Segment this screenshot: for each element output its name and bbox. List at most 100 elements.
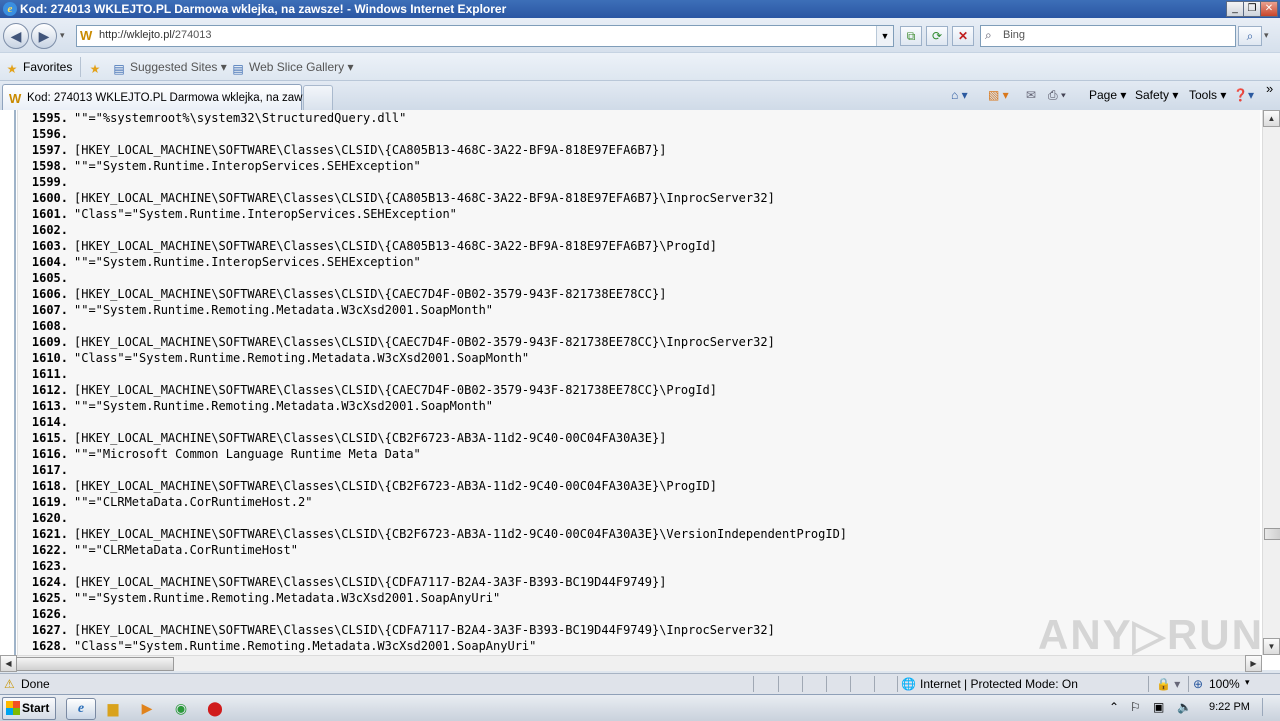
tools-menu[interactable]: Tools ▾ [1189, 88, 1226, 102]
search-box[interactable]: ⌕ Bing [980, 25, 1236, 47]
search-input[interactable]: Bing [1003, 29, 1025, 41]
scroll-down-icon[interactable]: ▼ [1263, 638, 1280, 655]
help-icon[interactable]: ❓▾ [1233, 88, 1254, 102]
line-text: ""="System.Runtime.InteropServices.SEHEx… [74, 255, 421, 269]
code-line: 1602. [18, 222, 1260, 238]
horizontal-scroll-thumb[interactable] [16, 657, 174, 671]
volume-icon[interactable]: 🔈 [1177, 700, 1192, 714]
taskbar-ie-icon[interactable]: e [66, 698, 96, 720]
code-line: 1597. [HKEY_LOCAL_MACHINE\SOFTWARE\Classe… [18, 142, 1260, 158]
code-line: 1623. [18, 558, 1260, 574]
search-options-icon[interactable]: ▾ [1264, 30, 1269, 41]
refresh-icon[interactable]: ⟳ [926, 26, 948, 46]
line-number: 1611. [31, 367, 68, 381]
back-arrow-icon[interactable]: ◀ [3, 23, 29, 49]
code-line: 1611. [18, 366, 1260, 382]
code-line: 1606. [HKEY_LOCAL_MACHINE\SOFTWARE\Classe… [18, 286, 1260, 302]
more-commands-icon[interactable]: » [1266, 81, 1273, 96]
protected-mode-lock-icon[interactable]: 🔒 ▾ [1156, 677, 1180, 691]
zoom-level[interactable]: 100% [1209, 677, 1240, 691]
page-menu[interactable]: Page ▾ [1089, 88, 1126, 102]
show-desktop-button[interactable] [1262, 698, 1278, 716]
stop-icon[interactable]: ✕ [952, 26, 974, 46]
url-text[interactable]: http://wklejto.pl/274013 [99, 29, 212, 41]
line-text [68, 175, 74, 189]
line-number: 1618. [31, 479, 68, 493]
line-number: 1606. [31, 287, 68, 301]
code-line: 1600. [HKEY_LOCAL_MACHINE\SOFTWARE\Classe… [18, 190, 1260, 206]
home-icon[interactable]: ⌂ ▾ [951, 88, 968, 102]
separator [850, 676, 851, 692]
code-line: 1622. ""="CLRMetaData.CorRuntimeHost" [18, 542, 1260, 558]
code-line: 1610. "Class"="System.Runtime.Remoting.Me… [18, 350, 1260, 366]
feeds-icon[interactable]: ▧ ▾ [988, 88, 1009, 102]
compatibility-view-icon[interactable]: ⧉ [900, 26, 922, 46]
scroll-up-icon[interactable]: ▲ [1263, 110, 1280, 127]
line-text: ""="System.Runtime.InteropServices.SEHEx… [74, 159, 421, 173]
tab-active[interactable]: W Kod: 274013 WKLEJTO.PL Darmowa wklejka… [2, 84, 318, 111]
separator [874, 676, 875, 692]
history-dropdown-icon[interactable]: ▾ [60, 30, 65, 41]
line-number: 1619. [31, 495, 68, 509]
address-bar[interactable]: W http://wklejto.pl/274013 ▼ [76, 25, 894, 47]
line-number: 1599. [31, 175, 68, 189]
start-button[interactable]: Start [2, 697, 56, 720]
line-text: [HKEY_LOCAL_MACHINE\SOFTWARE\Classes\CLS… [74, 383, 717, 397]
web-slice-gallery-button[interactable]: ▤ Web Slice Gallery ▾ [231, 60, 353, 76]
taskbar-chrome-icon[interactable]: ◉ [171, 698, 191, 718]
line-text: ""="%systemroot%\system32\StructuredQuer… [74, 111, 407, 125]
show-hidden-icons[interactable]: ⌃ [1109, 700, 1119, 714]
close-button[interactable]: ✕ [1260, 1, 1278, 17]
line-number: 1620. [31, 511, 68, 525]
minimize-button[interactable]: _ [1226, 1, 1244, 17]
title-bar: e Kod: 274013 WKLEJTO.PL Darmowa wklejka… [0, 0, 1280, 18]
line-number: 1616. [31, 447, 68, 461]
code-line: 1616. ""="Microsoft Common Language Runti… [18, 446, 1260, 462]
taskbar: Start e ▆ ▶ ◉ ⬤ ⌃ ⚐ ▣ 🔈 9:22 PM [0, 694, 1280, 721]
taskbar-media-player-icon[interactable]: ▶ [137, 698, 157, 718]
line-text: [HKEY_LOCAL_MACHINE\SOFTWARE\Classes\CLS… [74, 239, 717, 253]
maximize-button[interactable]: ❐ [1243, 1, 1261, 17]
windows-logo-icon [6, 701, 20, 715]
read-mail-icon[interactable]: ✉ [1026, 88, 1036, 102]
taskbar-clock[interactable]: 9:22 PM [1209, 701, 1250, 713]
address-toolbar: ◀ ▶ ▾ W http://wklejto.pl/274013 ▼ ⧉ ⟳ ✕… [0, 18, 1280, 52]
code-line: 1609. [HKEY_LOCAL_MACHINE\SOFTWARE\Classe… [18, 334, 1260, 350]
security-zone-text[interactable]: Internet | Protected Mode: On [920, 677, 1078, 691]
code-line: 1618. [HKEY_LOCAL_MACHINE\SOFTWARE\Classe… [18, 478, 1260, 494]
address-dropdown-icon[interactable]: ▼ [876, 26, 893, 46]
line-number: 1621. [31, 527, 68, 541]
zoom-dropdown-icon[interactable]: ▾ [1245, 677, 1250, 688]
line-text [68, 511, 74, 525]
vertical-scrollbar[interactable]: ▲ ▼ [1262, 110, 1280, 655]
taskbar-stop-app-icon[interactable]: ⬤ [205, 698, 225, 718]
vertical-scroll-thumb[interactable] [1264, 528, 1280, 540]
line-number: 1596. [31, 127, 68, 141]
line-number: 1598. [31, 159, 68, 173]
line-number: 1617. [31, 463, 68, 477]
scroll-left-icon[interactable]: ◀ [0, 655, 17, 672]
line-number: 1622. [31, 543, 68, 557]
network-icon[interactable]: ▣ [1153, 700, 1164, 714]
code-line: 1619. ""="CLRMetaData.CorRuntimeHost.2" [18, 494, 1260, 510]
line-number: 1626. [31, 607, 68, 621]
safety-menu[interactable]: Safety ▾ [1135, 88, 1178, 102]
action-center-flag-icon[interactable]: ⚐ [1130, 700, 1141, 714]
favorites-button[interactable]: ★ Favorites [5, 60, 73, 76]
tab-bar: W Kod: 274013 WKLEJTO.PL Darmowa wklejka… [0, 80, 1280, 112]
taskbar-explorer-icon[interactable]: ▆ [103, 698, 123, 718]
line-text [68, 271, 74, 285]
forward-arrow-icon[interactable]: ▶ [31, 23, 57, 49]
search-icon[interactable]: ⌕ [1238, 26, 1262, 46]
code-line: 1608. [18, 318, 1260, 334]
line-number: 1614. [31, 415, 68, 429]
print-icon[interactable]: ⎙ ▾ [1048, 88, 1066, 103]
status-bar: ⚠ Done 🌐 Internet | Protected Mode: On 🔒… [0, 673, 1280, 694]
line-text: "Class"="System.Runtime.InteropServices.… [74, 207, 457, 221]
warning-icon: ⚠ [4, 677, 15, 691]
anyrun-watermark: ANY▷RUN [1038, 611, 1264, 658]
suggested-sites-button[interactable]: ▤ Suggested Sites ▾ [112, 60, 226, 76]
separator [778, 676, 779, 692]
new-tab-button[interactable] [303, 85, 333, 110]
add-to-favorites-bar-icon[interactable]: ★ [88, 60, 106, 76]
